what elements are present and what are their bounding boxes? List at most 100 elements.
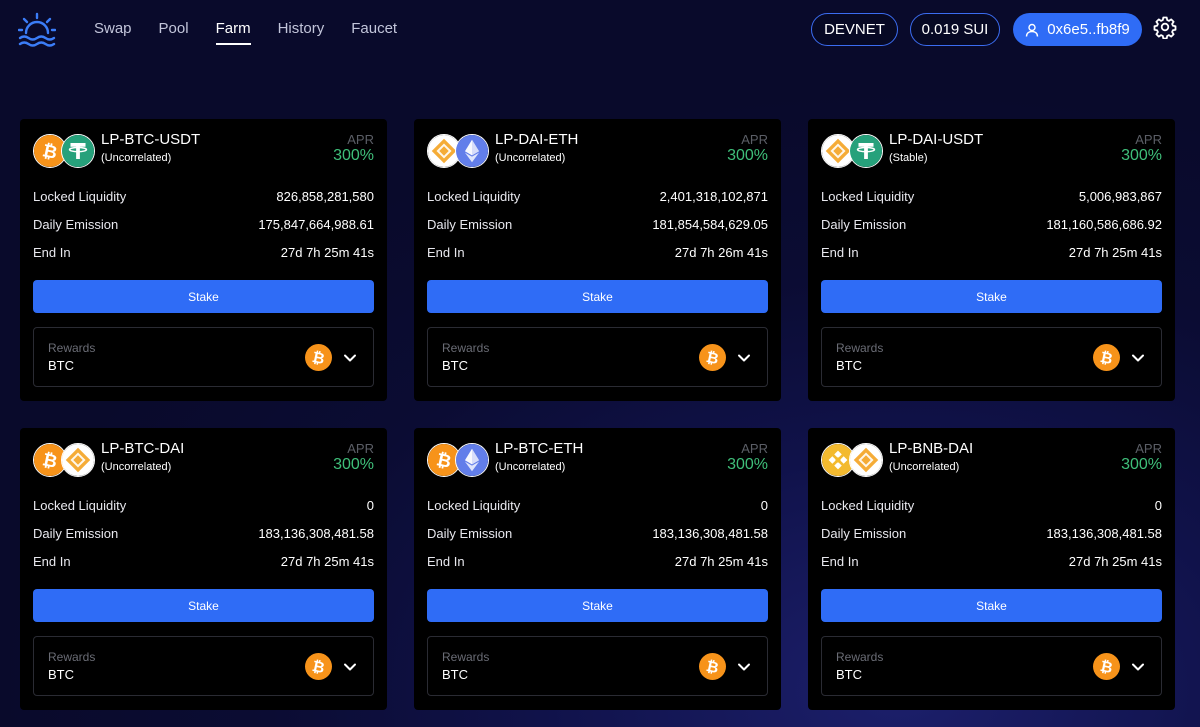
locked-liquidity-row: Locked Liquidity 0 bbox=[33, 498, 374, 513]
farm-card: ₿ LP-BTC-ETH (Uncorrelated) APR 300% Loc… bbox=[414, 428, 781, 710]
daily-emission-label: Daily Emission bbox=[33, 526, 119, 541]
apr-label: APR bbox=[347, 132, 374, 147]
usdt-coin-icon bbox=[61, 134, 95, 168]
wallet-button[interactable]: 0x6e5..fb8f9 bbox=[1013, 13, 1142, 46]
reward-token: BTC bbox=[48, 358, 74, 373]
chevron-down-icon[interactable] bbox=[737, 660, 751, 674]
daily-emission-label: Daily Emission bbox=[427, 526, 513, 541]
end-in-label: End In bbox=[821, 245, 859, 260]
farm-card: LP-BNB-DAI (Uncorrelated) APR 300% Locke… bbox=[808, 428, 1175, 710]
daily-emission-row: Daily Emission 175,847,664,988.61 bbox=[33, 217, 374, 232]
pair-icons: ₿ bbox=[427, 443, 491, 477]
rewards-label: Rewards bbox=[442, 341, 490, 355]
pair-type: (Uncorrelated) bbox=[101, 461, 172, 473]
pair-type: (Uncorrelated) bbox=[101, 152, 172, 164]
daily-emission-label: Daily Emission bbox=[821, 526, 907, 541]
nav-history[interactable]: History bbox=[278, 0, 325, 60]
end-in-value: 27d 7h 25m 41s bbox=[280, 245, 374, 260]
eth-coin-icon bbox=[455, 443, 489, 477]
chevron-down-icon[interactable] bbox=[1131, 351, 1145, 365]
reward-token: BTC bbox=[836, 667, 862, 682]
end-in-value: 27d 7h 25m 41s bbox=[1068, 245, 1162, 260]
nav-pool[interactable]: Pool bbox=[159, 0, 189, 60]
nav-swap[interactable]: Swap bbox=[94, 0, 132, 60]
end-in-value: 27d 7h 25m 41s bbox=[674, 554, 768, 569]
dai-coin-icon bbox=[61, 443, 95, 477]
stake-button[interactable]: Stake bbox=[821, 589, 1162, 622]
btc-coin-icon: ₿ bbox=[305, 344, 332, 371]
locked-liquidity-value: 0 bbox=[760, 498, 768, 513]
locked-liquidity-value: 826,858,281,580 bbox=[276, 189, 374, 204]
rewards-dropdown[interactable]: Rewards BTC ₿ bbox=[821, 636, 1162, 696]
top-bar: Swap Pool Farm History Faucet DEVNET 0.0… bbox=[0, 0, 1200, 60]
rewards-label: Rewards bbox=[836, 341, 884, 355]
locked-liquidity-row: Locked Liquidity 2,401,318,102,871 bbox=[427, 189, 768, 204]
rewards-label: Rewards bbox=[442, 650, 490, 664]
locked-liquidity-value: 5,006,983,867 bbox=[1078, 189, 1162, 204]
nav-faucet[interactable]: Faucet bbox=[351, 0, 397, 60]
rewards-dropdown[interactable]: Rewards BTC ₿ bbox=[33, 327, 374, 387]
balance-button[interactable]: 0.019 SUI bbox=[910, 13, 1000, 46]
network-button[interactable]: DEVNET bbox=[811, 13, 898, 46]
pair-type: (Uncorrelated) bbox=[495, 152, 566, 164]
end-in-label: End In bbox=[427, 245, 465, 260]
pair-name: LP-BTC-DAI bbox=[101, 440, 185, 457]
pair-name: LP-DAI-USDT bbox=[889, 131, 984, 148]
btc-coin-icon: ₿ bbox=[1093, 344, 1120, 371]
farm-card: LP-DAI-ETH (Uncorrelated) APR 300% Locke… bbox=[414, 119, 781, 401]
eth-coin-icon bbox=[455, 134, 489, 168]
rewards-dropdown[interactable]: Rewards BTC ₿ bbox=[427, 327, 768, 387]
locked-liquidity-label: Locked Liquidity bbox=[821, 498, 915, 513]
locked-liquidity-row: Locked Liquidity 826,858,281,580 bbox=[33, 189, 374, 204]
stake-button[interactable]: Stake bbox=[821, 280, 1162, 313]
chevron-down-icon[interactable] bbox=[343, 351, 357, 365]
daily-emission-value: 183,136,308,481.58 bbox=[1046, 526, 1162, 541]
end-in-label: End In bbox=[33, 245, 71, 260]
rewards-dropdown[interactable]: Rewards BTC ₿ bbox=[821, 327, 1162, 387]
stake-button[interactable]: Stake bbox=[33, 280, 374, 313]
reward-token: BTC bbox=[836, 358, 862, 373]
end-in-value: 27d 7h 25m 41s bbox=[1068, 554, 1162, 569]
sun-over-waves-logo[interactable] bbox=[18, 12, 56, 48]
stake-button[interactable]: Stake bbox=[427, 280, 768, 313]
apr-label: APR bbox=[741, 441, 768, 456]
locked-liquidity-label: Locked Liquidity bbox=[427, 498, 521, 513]
pair-icons bbox=[821, 443, 885, 477]
daily-emission-label: Daily Emission bbox=[427, 217, 513, 232]
end-in-row: End In 27d 7h 25m 41s bbox=[821, 554, 1162, 569]
pair-name: LP-BTC-USDT bbox=[101, 131, 201, 148]
end-in-row: End In 27d 7h 26m 41s bbox=[427, 245, 768, 260]
apr-value: 300% bbox=[727, 456, 768, 473]
nav-farm[interactable]: Farm bbox=[215, 0, 251, 60]
gear-icon[interactable] bbox=[1153, 15, 1177, 39]
daily-emission-row: Daily Emission 181,854,584,629.05 bbox=[427, 217, 768, 232]
locked-liquidity-row: Locked Liquidity 5,006,983,867 bbox=[821, 189, 1162, 204]
rewards-dropdown[interactable]: Rewards BTC ₿ bbox=[427, 636, 768, 696]
daily-emission-value: 175,847,664,988.61 bbox=[258, 217, 374, 232]
chevron-down-icon[interactable] bbox=[343, 660, 357, 674]
pair-icons bbox=[821, 134, 885, 168]
locked-liquidity-label: Locked Liquidity bbox=[427, 189, 521, 204]
pair-type: (Stable) bbox=[889, 152, 928, 164]
pair-name: LP-BTC-ETH bbox=[495, 440, 584, 457]
daily-emission-row: Daily Emission 183,136,308,481.58 bbox=[33, 526, 374, 541]
chevron-down-icon[interactable] bbox=[1131, 660, 1145, 674]
stake-button[interactable]: Stake bbox=[33, 589, 374, 622]
user-icon bbox=[1026, 23, 1039, 37]
chevron-down-icon[interactable] bbox=[737, 351, 751, 365]
stake-button[interactable]: Stake bbox=[427, 589, 768, 622]
daily-emission-value: 183,136,308,481.58 bbox=[258, 526, 374, 541]
locked-liquidity-value: 0 bbox=[366, 498, 374, 513]
end-in-label: End In bbox=[427, 554, 465, 569]
farm-card: ₿ LP-BTC-USDT (Uncorrelated) APR 300% Lo… bbox=[20, 119, 387, 401]
locked-liquidity-row: Locked Liquidity 0 bbox=[821, 498, 1162, 513]
apr-label: APR bbox=[1135, 441, 1162, 456]
farm-card: LP-DAI-USDT (Stable) APR 300% Locked Liq… bbox=[808, 119, 1175, 401]
pair-icons bbox=[427, 134, 491, 168]
end-in-label: End In bbox=[33, 554, 71, 569]
dai-coin-icon bbox=[849, 443, 883, 477]
daily-emission-value: 181,160,586,686.92 bbox=[1046, 217, 1162, 232]
daily-emission-row: Daily Emission 183,136,308,481.58 bbox=[821, 526, 1162, 541]
rewards-dropdown[interactable]: Rewards BTC ₿ bbox=[33, 636, 374, 696]
wallet-address: 0x6e5..fb8f9 bbox=[1047, 21, 1130, 38]
